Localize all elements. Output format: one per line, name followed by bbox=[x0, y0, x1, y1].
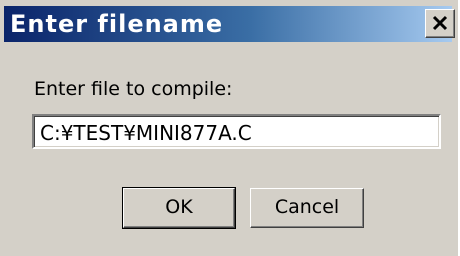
filename-input[interactable]: C:¥TEST¥MINI877A.C bbox=[32, 114, 441, 149]
close-icon bbox=[432, 15, 448, 31]
cancel-button[interactable]: Cancel bbox=[250, 188, 364, 228]
close-button[interactable] bbox=[425, 9, 455, 38]
ok-button[interactable]: OK bbox=[122, 187, 236, 229]
filename-input-value[interactable]: C:¥TEST¥MINI877A.C bbox=[40, 121, 252, 145]
dialog-title: Enter filename bbox=[10, 10, 224, 38]
title-bar[interactable]: Enter filename bbox=[4, 6, 455, 42]
prompt-label: Enter file to compile: bbox=[34, 78, 233, 100]
enter-filename-dialog: Enter filename Enter file to compile: C:… bbox=[0, 0, 458, 256]
